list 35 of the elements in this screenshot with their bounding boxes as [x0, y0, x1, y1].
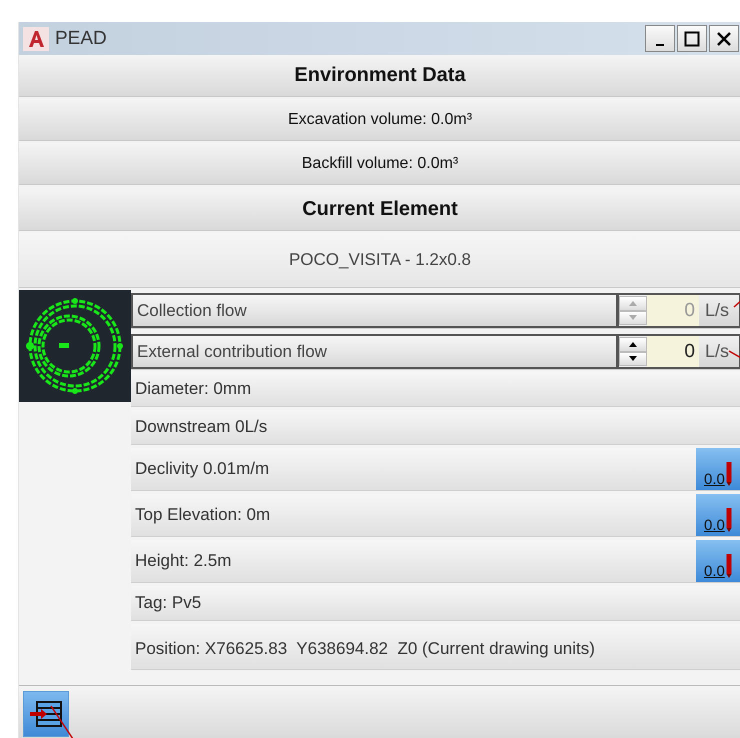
property-label: Collection flow — [133, 295, 616, 326]
unit-label: L/s — [698, 295, 739, 326]
spin-up-icon[interactable] — [618, 337, 647, 352]
property-label: Top Elevation: 0m — [134, 504, 272, 526]
leader-line — [728, 350, 740, 360]
spin-down-icon — [618, 310, 647, 325]
app-logo-icon — [23, 26, 49, 50]
property-label: External contribution flow — [133, 336, 616, 367]
close-button[interactable] — [709, 25, 739, 52]
property-label: Position: X76625.83 Y638694.82 Z0 (Current drawing units) — [134, 638, 596, 660]
pick-value-button[interactable]: 0.0 — [696, 494, 740, 536]
maximize-icon — [684, 30, 700, 46]
pencil-icon — [726, 462, 732, 486]
pick-value-button[interactable]: 0.0 — [696, 540, 740, 582]
pencil-icon — [726, 554, 732, 578]
window-title: PEAD — [55, 28, 108, 50]
spin-up-icon — [618, 296, 647, 310]
pencil-icon — [726, 508, 732, 532]
list-insert-button[interactable] — [23, 691, 69, 737]
minimize-icon — [656, 44, 664, 46]
property-label: Downstream 0L/s — [134, 416, 268, 438]
spin-down-icon[interactable] — [618, 352, 647, 366]
property-label: Height: 2.5m — [134, 550, 232, 572]
property-label: Tag: Pv5 — [134, 592, 202, 614]
close-icon — [716, 30, 732, 46]
manhole-symbol-icon — [19, 290, 131, 402]
number-spinner[interactable]: 0 — [618, 336, 699, 367]
property-label: Diameter: 0mm — [134, 378, 252, 400]
leader-line — [50, 705, 74, 738]
unit-label: L/s — [698, 336, 739, 367]
number-spinner: 0 — [618, 295, 699, 326]
maximize-button[interactable] — [677, 25, 707, 52]
pick-value-button[interactable]: 0.0 — [696, 448, 740, 490]
list-insert-icon — [29, 700, 63, 728]
property-label: Declivity 0.01m/m — [134, 458, 270, 480]
